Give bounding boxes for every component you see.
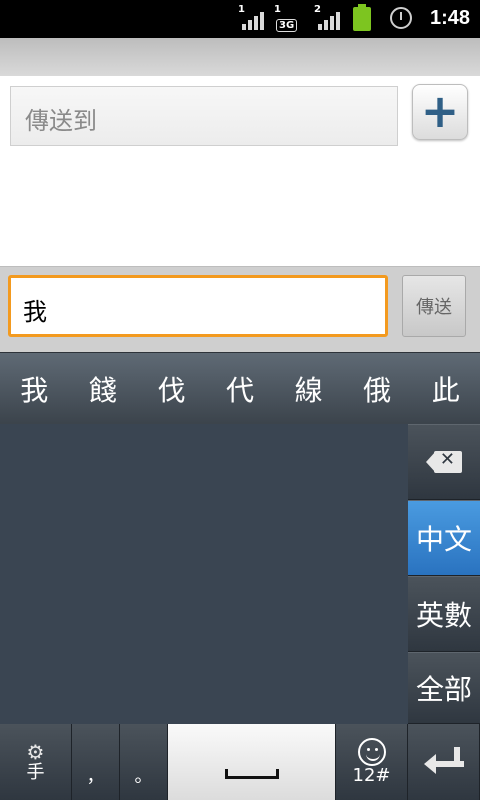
add-recipient-button[interactable]: + [412,84,468,140]
mode-all-key[interactable]: 全部 [408,652,480,724]
signal-icon: 1 [238,4,266,30]
settings-key[interactable]: ⚙ 手 [0,724,72,800]
candidate-item[interactable]: 代 [206,369,275,409]
enter-key[interactable] [408,724,480,800]
message-text: 我 [23,298,47,326]
mode-alphanumeric-key[interactable]: 英數 [408,576,480,652]
keyboard: ✕ 中文 英數 全部 ⚙ 手 ， 。 12# [0,424,480,800]
candidate-item[interactable]: 我 [0,369,69,409]
signal-3g-icon: 1 3G [274,4,302,32]
message-input[interactable]: 我 [8,275,388,337]
signal-index-2: 1 [274,4,281,15]
candidate-item[interactable]: 伐 [137,369,206,409]
keyboard-bottom-row: ⚙ 手 ， 。 12# [0,724,480,800]
battery-icon [353,4,371,31]
candidate-item[interactable]: 此 [411,369,480,409]
symbols-key[interactable]: 12# [336,724,408,800]
period-key-label: 。 [134,766,153,787]
gear-icon: ⚙ [26,740,45,764]
backspace-key[interactable]: ✕ [408,424,480,500]
mode-chinese-key[interactable]: 中文 [408,500,480,576]
status-time: 1:48 [429,7,470,29]
candidate-item[interactable]: 餞 [69,369,138,409]
plus-icon: + [420,84,460,139]
title-strip [0,38,480,76]
settings-key-label: 手 [26,762,45,783]
comma-key-label: ， [86,766,105,787]
handwriting-pad[interactable] [0,424,408,724]
space-key[interactable] [168,724,336,800]
candidate-item[interactable]: 線 [274,369,343,409]
recipient-placeholder: 傳送到 [25,107,97,135]
candidate-bar: 我 餞 伐 代 線 俄 此 [0,352,480,425]
status-bar: 1 1 3G 2 1:48 [0,0,480,38]
keyboard-right-column: ✕ 中文 英數 全部 [408,424,480,724]
recipient-area: 傳送到 + [0,76,480,266]
comma-key[interactable]: ， [72,724,120,800]
signal-tag-3g: 3G [276,19,298,32]
smiley-icon [357,738,386,766]
signal-icon-2: 2 [314,4,342,30]
alarm-icon [390,7,412,29]
send-button[interactable]: 傳送 [402,275,466,337]
backspace-icon: ✕ [426,449,462,473]
candidate-item[interactable]: 俄 [343,369,412,409]
compose-bar: 我 傳送 [0,266,480,353]
period-key[interactable]: 。 [120,724,168,800]
symbols-key-label: 12# [352,765,391,786]
enter-icon [423,747,464,777]
space-bar-icon [224,769,279,779]
recipient-input[interactable]: 傳送到 [10,86,398,146]
